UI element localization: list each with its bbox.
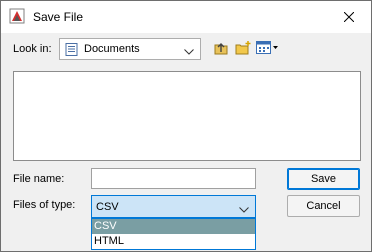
dropdown-option-html[interactable]: HTML xyxy=(92,234,255,249)
new-folder-icon xyxy=(235,41,251,55)
window-title: Save File xyxy=(33,10,84,24)
view-menu-icon xyxy=(256,41,278,54)
close-icon xyxy=(344,12,354,22)
look-in-combobox[interactable]: Documents xyxy=(59,38,201,60)
documents-folder-icon xyxy=(65,43,79,59)
file-name-input[interactable] xyxy=(91,168,256,189)
up-one-level-button[interactable] xyxy=(213,40,229,59)
cancel-button[interactable]: Cancel xyxy=(287,195,360,217)
up-one-level-icon xyxy=(214,43,228,55)
save-file-dialog: Save File Look in: Documents File name: … xyxy=(0,0,372,252)
chevron-down-icon xyxy=(239,204,249,216)
files-of-type-dropdown: CSV HTML xyxy=(91,218,256,250)
java-app-icon xyxy=(9,8,25,24)
file-list[interactable] xyxy=(13,71,361,161)
title-bar: Save File xyxy=(1,1,371,33)
view-menu-button[interactable] xyxy=(256,41,280,58)
look-in-label: Look in: xyxy=(13,43,52,55)
chevron-down-icon xyxy=(184,46,194,58)
file-name-label: File name: xyxy=(13,173,65,185)
files-of-type-label: Files of type: xyxy=(13,199,76,211)
files-of-type-value: CSV xyxy=(96,201,119,213)
files-of-type-combobox[interactable]: CSV xyxy=(91,195,256,218)
close-button[interactable] xyxy=(327,1,371,33)
new-folder-button[interactable] xyxy=(235,40,252,59)
dropdown-option-csv[interactable]: CSV xyxy=(92,219,255,234)
save-button[interactable]: Save xyxy=(287,168,360,190)
look-in-value: Documents xyxy=(84,43,140,55)
